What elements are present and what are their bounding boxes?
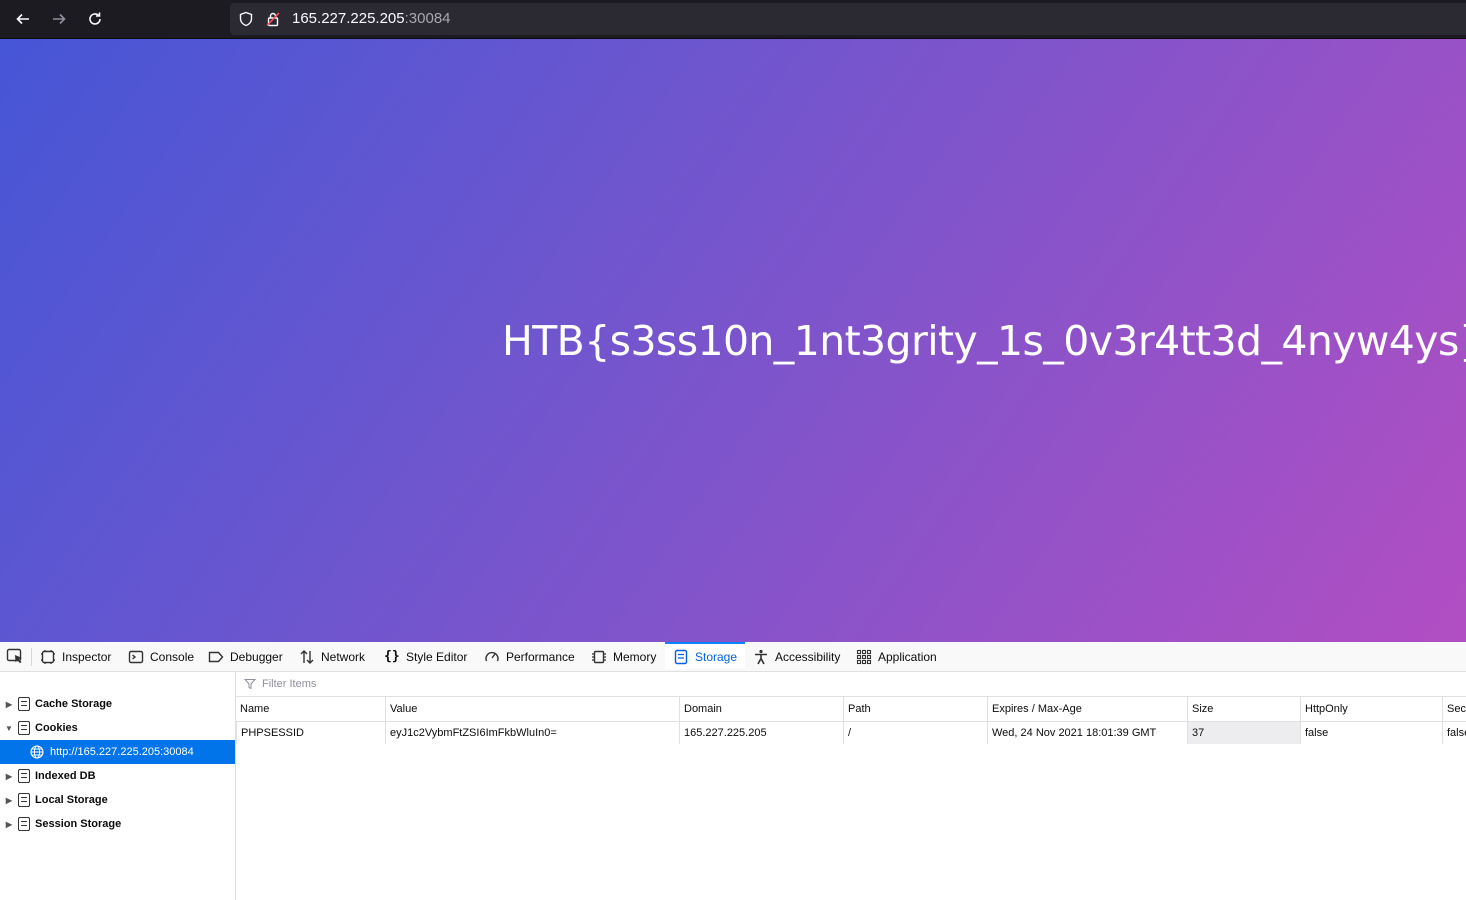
storage-db-icon bbox=[18, 721, 30, 735]
flag-text: HTB{s3ss10n_1nt3grity_1s_0v3r4tt3d_4nyw4… bbox=[502, 317, 1466, 365]
table-header: Name Value Domain Path Expires / Max-Age… bbox=[236, 697, 1466, 722]
network-icon bbox=[299, 649, 315, 665]
devtools-panel: Inspector Console Debugger Network {} St… bbox=[0, 642, 1466, 900]
column-header-httponly[interactable]: HttpOnly bbox=[1300, 697, 1442, 721]
expand-arrow-icon[interactable]: ▶ bbox=[4, 796, 14, 805]
storage-sidebar: ▶ Cache Storage ▼ Cookies http://165.227… bbox=[0, 672, 236, 900]
tab-label: Style Editor bbox=[406, 649, 468, 664]
storage-db-icon bbox=[18, 793, 30, 807]
filter-items-input[interactable]: Filter Items bbox=[236, 672, 1466, 697]
column-header-path[interactable]: Path bbox=[843, 697, 987, 721]
table-row[interactable]: PHPSESSID eyJ1c2VybmFtZSI6ImFkbWluIn0= 1… bbox=[236, 722, 1466, 744]
storage-db-icon bbox=[18, 769, 30, 783]
globe-icon bbox=[30, 745, 44, 759]
filter-icon bbox=[244, 679, 256, 690]
shield-icon[interactable] bbox=[238, 11, 254, 27]
tab-memory[interactable]: Memory bbox=[591, 642, 656, 671]
url-port: :30084 bbox=[404, 10, 451, 27]
url-host: 165.227.225.205 bbox=[292, 10, 405, 27]
column-header-size[interactable]: Size bbox=[1187, 697, 1300, 721]
tab-label: Storage bbox=[695, 649, 738, 664]
accessibility-icon bbox=[753, 649, 769, 665]
cell-name[interactable]: PHPSESSID bbox=[236, 722, 385, 744]
tab-label: Debugger bbox=[230, 649, 283, 664]
cell-size[interactable]: 37 bbox=[1187, 722, 1300, 744]
tree-item-label: Session Storage bbox=[35, 818, 122, 830]
tab-style-editor[interactable]: {} Style Editor bbox=[384, 642, 467, 671]
tab-network[interactable]: Network bbox=[299, 642, 365, 671]
tab-label: Network bbox=[321, 649, 366, 664]
style-editor-icon: {} bbox=[384, 649, 400, 664]
storage-db-icon bbox=[18, 697, 30, 711]
toolbar-separator bbox=[31, 648, 32, 666]
column-header-name[interactable]: Name bbox=[236, 697, 385, 721]
expand-arrow-icon[interactable]: ▶ bbox=[4, 820, 14, 829]
storage-icon bbox=[673, 649, 689, 665]
reload-button[interactable] bbox=[81, 5, 109, 33]
filter-placeholder: Filter Items bbox=[262, 678, 317, 690]
cookie-table-panel: Filter Items Name Value Domain Path Expi… bbox=[236, 672, 1466, 900]
tab-label: Application bbox=[878, 649, 937, 664]
tree-item-cache-storage[interactable]: ▶ Cache Storage bbox=[0, 692, 235, 716]
tab-label: Accessibility bbox=[775, 649, 841, 664]
expand-arrow-icon[interactable]: ▶ bbox=[4, 700, 14, 709]
application-icon bbox=[856, 649, 872, 665]
back-arrow-icon bbox=[16, 13, 29, 25]
column-header-domain[interactable]: Domain bbox=[679, 697, 843, 721]
devtools-tab-bar: Inspector Console Debugger Network {} St… bbox=[0, 642, 1466, 672]
expand-arrow-icon[interactable]: ▶ bbox=[4, 772, 14, 781]
tab-accessibility[interactable]: Accessibility bbox=[753, 642, 840, 671]
console-icon bbox=[128, 649, 144, 665]
inspector-icon bbox=[40, 649, 56, 665]
memory-icon bbox=[591, 649, 607, 665]
tree-item-cookies[interactable]: ▼ Cookies bbox=[0, 716, 235, 740]
storage-db-icon bbox=[18, 817, 30, 831]
cell-secure[interactable]: false bbox=[1442, 722, 1466, 744]
cell-httponly[interactable]: false bbox=[1300, 722, 1442, 744]
element-picker-icon[interactable] bbox=[6, 648, 24, 666]
tree-item-label: http://165.227.225.205:30084 bbox=[50, 746, 194, 758]
tree-item-label: Local Storage bbox=[35, 794, 108, 806]
tab-label: Inspector bbox=[62, 649, 112, 664]
tree-item-local-storage[interactable]: ▶ Local Storage bbox=[0, 788, 235, 812]
tree-item-label: Indexed DB bbox=[35, 770, 96, 782]
browser-toolbar: 165.227.225.205:30084 bbox=[0, 0, 1466, 39]
url-text[interactable]: 165.227.225.205:30084 bbox=[292, 10, 451, 27]
debugger-icon bbox=[208, 649, 224, 665]
cell-path[interactable]: / bbox=[843, 722, 987, 744]
collapse-arrow-icon[interactable]: ▼ bbox=[4, 724, 14, 733]
tree-item-label: Cookies bbox=[35, 722, 78, 734]
tree-item-cookie-origin[interactable]: http://165.227.225.205:30084 bbox=[0, 740, 235, 764]
back-button[interactable] bbox=[9, 5, 37, 33]
tab-debugger[interactable]: Debugger bbox=[208, 642, 283, 671]
column-header-secure[interactable]: Secure bbox=[1442, 697, 1466, 721]
forward-arrow-icon bbox=[53, 13, 66, 25]
tab-console[interactable]: Console bbox=[128, 642, 194, 671]
tab-inspector[interactable]: Inspector bbox=[40, 642, 111, 671]
column-header-expires[interactable]: Expires / Max-Age bbox=[987, 697, 1187, 721]
forward-button[interactable] bbox=[45, 5, 73, 33]
tab-label: Memory bbox=[613, 649, 657, 664]
insecure-lock-icon[interactable] bbox=[265, 11, 281, 27]
url-bar[interactable]: 165.227.225.205:30084 bbox=[230, 3, 1466, 35]
web-page-content: HTB{s3ss10n_1nt3grity_1s_0v3r4tt3d_4nyw4… bbox=[0, 39, 1466, 642]
column-header-value[interactable]: Value bbox=[385, 697, 679, 721]
tree-item-label: Cache Storage bbox=[35, 698, 113, 710]
cell-domain[interactable]: 165.227.225.205 bbox=[679, 722, 843, 744]
cell-expires[interactable]: Wed, 24 Nov 2021 18:01:39 GMT bbox=[987, 722, 1187, 744]
tree-item-indexed-db[interactable]: ▶ Indexed DB bbox=[0, 764, 235, 788]
cell-value[interactable]: eyJ1c2VybmFtZSI6ImFkbWluIn0= bbox=[385, 722, 679, 744]
tree-item-session-storage[interactable]: ▶ Session Storage bbox=[0, 812, 235, 836]
tab-label: Console bbox=[150, 649, 195, 664]
tab-performance[interactable]: Performance bbox=[484, 642, 575, 671]
tab-label: Performance bbox=[506, 649, 575, 664]
tab-storage[interactable]: Storage bbox=[665, 642, 745, 669]
tab-application[interactable]: Application bbox=[856, 642, 937, 671]
performance-icon bbox=[484, 649, 500, 665]
reload-icon bbox=[89, 12, 101, 25]
